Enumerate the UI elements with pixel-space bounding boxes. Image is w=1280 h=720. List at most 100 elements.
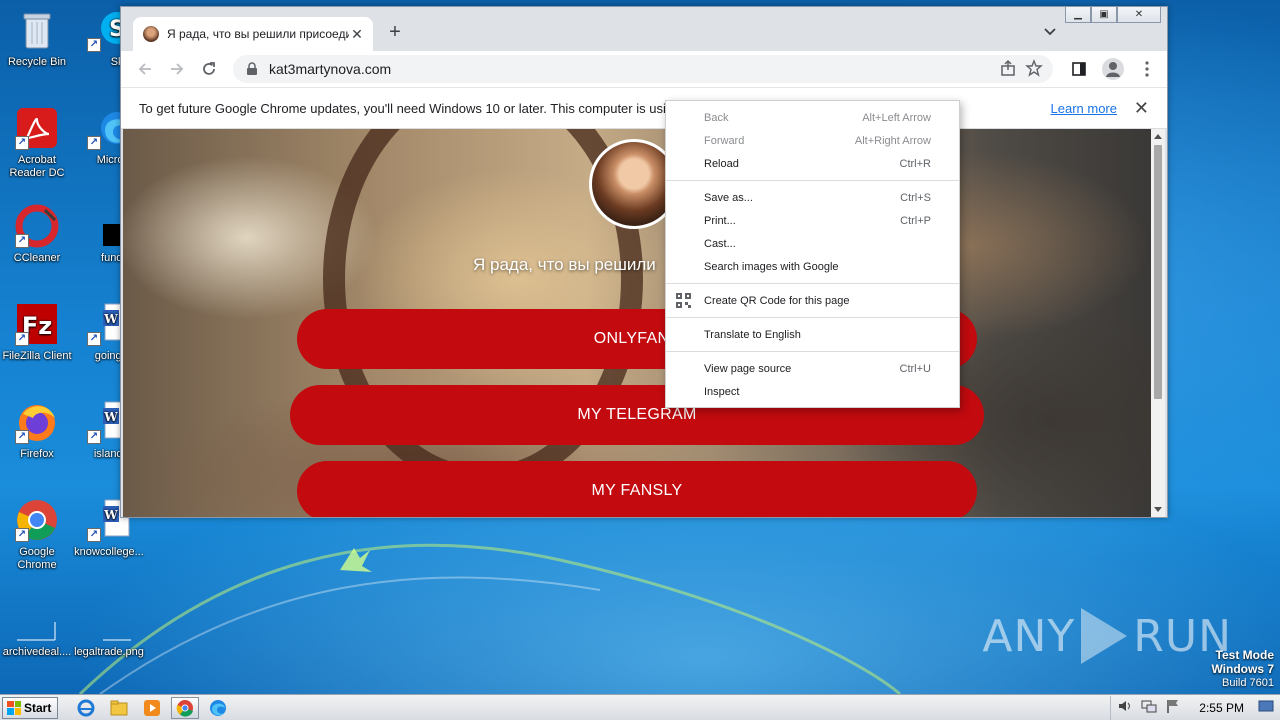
windows-logo-icon	[7, 700, 21, 715]
page-scrollbar[interactable]	[1151, 129, 1165, 517]
play-icon	[1081, 608, 1128, 664]
menu-separator	[666, 180, 959, 181]
infobar-close-icon[interactable]: ✕	[1134, 98, 1149, 119]
file-icon	[15, 620, 59, 642]
watermark-text-left: ANY	[982, 610, 1076, 662]
desktop-icon-label: Google Chrome	[17, 546, 57, 571]
ccleaner-shortcut[interactable]: ↗ CCleaner	[0, 204, 74, 265]
chrome-taskbar-icon[interactable]	[171, 696, 200, 719]
context-menu: Back Alt+Left Arrow Forward Alt+Right Ar…	[665, 100, 960, 408]
shortcut-arrow-icon: ↗	[87, 136, 101, 150]
menu-item-label: Cast...	[704, 237, 736, 250]
scroll-up-icon[interactable]	[1154, 134, 1162, 139]
archivedeal-file[interactable]: archivedeal....	[0, 620, 74, 659]
start-label: Start	[24, 700, 52, 715]
clock[interactable]: 2:55 PM	[1199, 701, 1244, 715]
bookmark-star-icon[interactable]	[1025, 58, 1043, 80]
desktop-icon-label: CCleaner	[13, 252, 61, 264]
menu-item-translate[interactable]: Translate to English	[666, 323, 959, 346]
menu-item-shortcut: Ctrl+U	[899, 362, 931, 375]
start-button[interactable]: Start	[2, 696, 59, 719]
address-bar[interactable]: kat3martynova.com	[233, 55, 1053, 83]
svg-text:W: W	[103, 508, 118, 522]
google-chrome-shortcut[interactable]: ↗ Google Chrome	[0, 498, 74, 572]
desktop-icon-label: Recycle Bin	[7, 56, 67, 68]
menu-item-save-as[interactable]: Save as... Ctrl+S	[666, 186, 959, 209]
menu-item-create-qr-code[interactable]: Create QR Code for this page	[666, 289, 959, 312]
image-file-icon	[87, 620, 148, 642]
side-panel-icon[interactable]	[1065, 55, 1093, 83]
firefox-icon: ↗	[15, 400, 59, 444]
shortcut-arrow-icon: ↗	[15, 528, 29, 542]
tab-active[interactable]: Я рада, что вы решили присоедин ✕	[133, 17, 373, 51]
toolbar-right	[1065, 55, 1161, 83]
volume-icon[interactable]	[1117, 698, 1133, 717]
menu-item-back[interactable]: Back Alt+Left Arrow	[666, 106, 959, 129]
firefox-shortcut[interactable]: ↗ Firefox	[0, 400, 74, 461]
learn-more-link[interactable]: Learn more	[1051, 101, 1117, 116]
menu-item-print[interactable]: Print... Ctrl+P	[666, 209, 959, 232]
network-icon[interactable]	[1141, 698, 1157, 717]
menu-item-view-source[interactable]: View page source Ctrl+U	[666, 357, 959, 380]
shortcut-arrow-icon: ↗	[87, 528, 101, 542]
window-close-button[interactable]: ✕	[1117, 7, 1161, 23]
menu-item-inspect[interactable]: Inspect	[666, 380, 959, 403]
window-controls: ▁ ▣ ✕	[1065, 7, 1161, 23]
new-tab-button[interactable]: +	[383, 21, 407, 45]
filezilla-shortcut[interactable]: Fz ↗ FileZilla Client	[0, 302, 74, 363]
scrollbar-thumb[interactable]	[1154, 145, 1162, 399]
acrobat-reader-shortcut[interactable]: ↗ Acrobat Reader DC	[0, 106, 74, 180]
menu-item-cast[interactable]: Cast...	[666, 232, 959, 255]
fansly-button[interactable]: MY FANSLY	[297, 461, 977, 517]
recycle-bin-icon[interactable]: Recycle Bin	[0, 8, 74, 69]
svg-text:W: W	[103, 312, 118, 326]
tab-search-chevron-icon[interactable]	[1041, 23, 1059, 41]
shortcut-arrow-icon: ↗	[15, 332, 29, 346]
menu-separator	[666, 317, 959, 318]
scroll-down-icon[interactable]	[1154, 507, 1162, 512]
action-center-flag-icon[interactable]	[1165, 698, 1181, 717]
forward-arrow-icon[interactable]	[161, 55, 193, 83]
system-tray: 2:55 PM	[1110, 695, 1280, 720]
filezilla-icon: Fz ↗	[15, 302, 59, 346]
tab-title: Я рада, что вы решили присоедин	[167, 27, 349, 41]
share-icon[interactable]	[999, 59, 1017, 80]
favicon-icon	[143, 26, 159, 42]
menu-item-shortcut: Alt+Right Arrow	[854, 134, 931, 147]
menu-item-label: Inspect	[704, 385, 740, 398]
tab-close-icon[interactable]: ✕	[349, 26, 365, 43]
maximize-button[interactable]: ▣	[1091, 7, 1117, 23]
menu-item-forward[interactable]: Forward Alt+Right Arrow	[666, 129, 959, 152]
windows-version-line: Windows 7	[1211, 662, 1274, 676]
test-mode-notice: Test Mode Windows 7 Build 7601	[1211, 648, 1274, 690]
edge-taskbar-icon[interactable]	[204, 697, 232, 719]
more-menu-icon[interactable]	[1133, 55, 1161, 83]
infobar-message: To get future Google Chrome updates, you…	[139, 100, 681, 116]
shortcut-arrow-icon: ↗	[87, 38, 101, 52]
menu-separator	[666, 283, 959, 284]
desktop-icon-label: legaltrade.png	[74, 646, 144, 658]
menu-item-shortcut: Ctrl+P	[900, 214, 931, 227]
desktop-icon-label: Firefox	[20, 448, 54, 460]
reload-icon[interactable]	[193, 55, 225, 83]
menu-item-reload[interactable]: Reload Ctrl+R	[666, 152, 959, 175]
desktop-icon-label: archivedeal....	[2, 646, 72, 658]
media-player-taskbar-icon[interactable]	[138, 697, 166, 719]
legaltrade-file[interactable]: legaltrade.png	[72, 620, 148, 659]
menu-item-shortcut: Ctrl+R	[899, 157, 931, 170]
menu-item-label: Back	[704, 111, 729, 124]
page-headline: Я рада, что вы решили	[473, 255, 656, 274]
lock-icon[interactable]	[245, 62, 259, 76]
back-arrow-icon[interactable]	[129, 55, 161, 83]
internet-explorer-taskbar-icon[interactable]	[72, 697, 100, 719]
menu-item-label: Reload	[704, 157, 739, 170]
chrome-icon: ↗	[15, 498, 59, 542]
menu-item-label: Save as...	[704, 191, 753, 204]
minimize-button[interactable]: ▁	[1065, 7, 1091, 23]
menu-item-search-images[interactable]: Search images with Google	[666, 255, 959, 278]
show-desktop-icon[interactable]	[1258, 698, 1274, 717]
file-explorer-taskbar-icon[interactable]	[105, 697, 133, 719]
page-viewport: Я рада, что вы решили ONLYFANS MY TELEGR…	[123, 129, 1153, 517]
tab-strip: Я рада, что вы решили присоедин ✕ + ▁ ▣ …	[121, 7, 1167, 51]
profile-avatar-icon[interactable]	[1099, 55, 1127, 83]
